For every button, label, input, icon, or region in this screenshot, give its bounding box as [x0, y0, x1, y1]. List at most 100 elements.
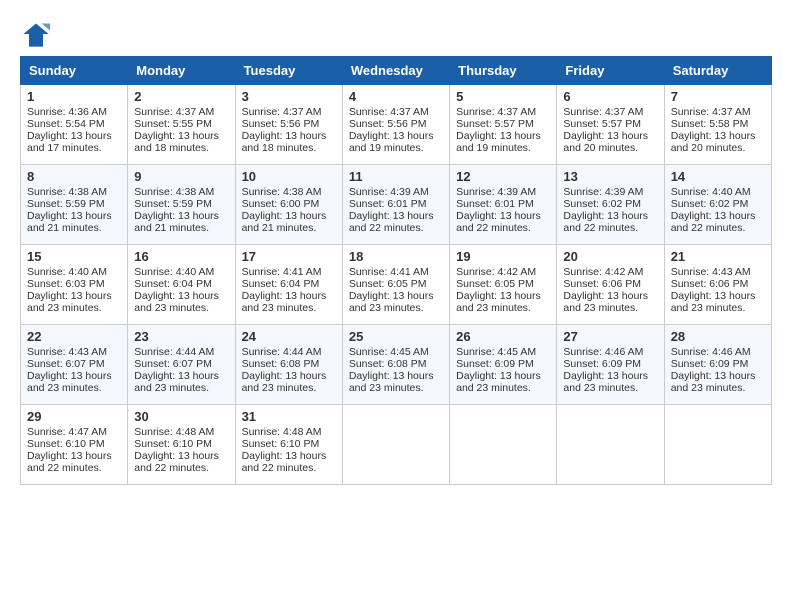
- day-info: and 20 minutes.: [671, 142, 765, 154]
- weekday-header-row: SundayMondayTuesdayWednesdayThursdayFrid…: [21, 57, 772, 85]
- day-info: Sunset: 6:03 PM: [27, 278, 121, 290]
- day-info: Sunset: 6:06 PM: [671, 278, 765, 290]
- day-info: Sunset: 6:04 PM: [242, 278, 336, 290]
- logo: [20, 20, 50, 48]
- day-number: 30: [134, 409, 228, 424]
- day-info: and 23 minutes.: [134, 302, 228, 314]
- calendar-cell: 14Sunrise: 4:40 AMSunset: 6:02 PMDayligh…: [664, 165, 771, 245]
- day-info: Sunset: 6:02 PM: [671, 198, 765, 210]
- calendar-cell: 18Sunrise: 4:41 AMSunset: 6:05 PMDayligh…: [342, 245, 449, 325]
- calendar-cell: [557, 405, 664, 485]
- day-info: Sunset: 5:55 PM: [134, 118, 228, 130]
- calendar-cell: 13Sunrise: 4:39 AMSunset: 6:02 PMDayligh…: [557, 165, 664, 245]
- day-info: Daylight: 13 hours: [349, 130, 443, 142]
- day-info: Daylight: 13 hours: [134, 370, 228, 382]
- calendar-cell: 9Sunrise: 4:38 AMSunset: 5:59 PMDaylight…: [128, 165, 235, 245]
- calendar-cell: 30Sunrise: 4:48 AMSunset: 6:10 PMDayligh…: [128, 405, 235, 485]
- day-info: Sunrise: 4:45 AM: [456, 346, 550, 358]
- day-info: Sunset: 6:09 PM: [456, 358, 550, 370]
- day-info: Sunrise: 4:38 AM: [242, 186, 336, 198]
- calendar-cell: 11Sunrise: 4:39 AMSunset: 6:01 PMDayligh…: [342, 165, 449, 245]
- day-info: Sunset: 6:06 PM: [563, 278, 657, 290]
- day-info: Sunset: 6:08 PM: [349, 358, 443, 370]
- day-info: Sunset: 5:59 PM: [134, 198, 228, 210]
- day-info: Daylight: 13 hours: [349, 210, 443, 222]
- day-info: and 23 minutes.: [27, 382, 121, 394]
- day-info: Sunset: 6:01 PM: [456, 198, 550, 210]
- day-info: Sunset: 6:10 PM: [134, 438, 228, 450]
- day-info: Sunset: 6:05 PM: [349, 278, 443, 290]
- day-info: Daylight: 13 hours: [349, 290, 443, 302]
- day-info: Daylight: 13 hours: [242, 130, 336, 142]
- calendar-week-row: 8 Sunrise: 4:38 AM Sunset: 5:59 PM Daylight…: [21, 165, 772, 245]
- day-info: Sunset: 6:04 PM: [134, 278, 228, 290]
- day-info: and 23 minutes.: [456, 382, 550, 394]
- day-info: Sunrise: 4:46 AM: [671, 346, 765, 358]
- day-info: Sunrise: 4:44 AM: [242, 346, 336, 358]
- day-info: Sunset: 5:57 PM: [563, 118, 657, 130]
- weekday-header: Sunday: [21, 57, 128, 85]
- logo-icon: [22, 20, 50, 48]
- calendar-cell: 7Sunrise: 4:37 AMSunset: 5:58 PMDaylight…: [664, 85, 771, 165]
- day-info: Sunrise: 4:43 AM: [671, 266, 765, 278]
- day-number: 25: [349, 329, 443, 344]
- day-info: Daylight: 13 hours: [27, 370, 121, 382]
- day-info: Sunset: 5:56 PM: [349, 118, 443, 130]
- day-info: and 21 minutes.: [242, 222, 336, 234]
- day-info: Daylight: 13 hours: [563, 130, 657, 142]
- day-info: Sunset: 5:57 PM: [456, 118, 550, 130]
- day-info: Daylight: 13 hours: [671, 370, 765, 382]
- day-info: Sunset: 6:09 PM: [671, 358, 765, 370]
- day-info: Sunset: 6:07 PM: [27, 358, 121, 370]
- calendar-cell: 24Sunrise: 4:44 AMSunset: 6:08 PMDayligh…: [235, 325, 342, 405]
- day-number: 26: [456, 329, 550, 344]
- day-info: Daylight: 13 hours: [349, 370, 443, 382]
- day-info: Daylight: 13 hours: [242, 290, 336, 302]
- day-info: and 23 minutes.: [563, 382, 657, 394]
- day-number: 31: [242, 409, 336, 424]
- day-info: Daylight: 13 hours: [242, 370, 336, 382]
- day-info: Sunrise: 4:37 AM: [349, 106, 443, 118]
- day-info: Sunset: 6:09 PM: [563, 358, 657, 370]
- day-number: 8: [27, 169, 121, 184]
- day-info: Sunrise: 4:44 AM: [134, 346, 228, 358]
- day-number: 14: [671, 169, 765, 184]
- weekday-header: Friday: [557, 57, 664, 85]
- calendar-cell: 31Sunrise: 4:48 AMSunset: 6:10 PMDayligh…: [235, 405, 342, 485]
- day-info: and 17 minutes.: [27, 142, 121, 154]
- day-info: Daylight: 13 hours: [671, 290, 765, 302]
- calendar-cell: 4Sunrise: 4:37 AMSunset: 5:56 PMDaylight…: [342, 85, 449, 165]
- calendar-cell: 5Sunrise: 4:37 AMSunset: 5:57 PMDaylight…: [450, 85, 557, 165]
- day-info: Sunset: 6:05 PM: [456, 278, 550, 290]
- day-number: 6: [563, 89, 657, 104]
- day-info: Daylight: 13 hours: [27, 290, 121, 302]
- day-info: Sunrise: 4:37 AM: [563, 106, 657, 118]
- calendar-cell: 22Sunrise: 4:43 AMSunset: 6:07 PMDayligh…: [21, 325, 128, 405]
- calendar-cell: 8Sunrise: 4:38 AMSunset: 5:59 PMDaylight…: [21, 165, 128, 245]
- day-info: Daylight: 13 hours: [27, 450, 121, 462]
- day-info: Daylight: 13 hours: [27, 130, 121, 142]
- calendar-cell: 15Sunrise: 4:40 AMSunset: 6:03 PMDayligh…: [21, 245, 128, 325]
- day-info: Daylight: 13 hours: [563, 290, 657, 302]
- calendar-cell: 25Sunrise: 4:45 AMSunset: 6:08 PMDayligh…: [342, 325, 449, 405]
- day-number: 5: [456, 89, 550, 104]
- calendar-cell: 16Sunrise: 4:40 AMSunset: 6:04 PMDayligh…: [128, 245, 235, 325]
- day-info: Daylight: 13 hours: [456, 290, 550, 302]
- day-info: Daylight: 13 hours: [456, 130, 550, 142]
- day-info: and 23 minutes.: [563, 302, 657, 314]
- day-info: Sunrise: 4:39 AM: [563, 186, 657, 198]
- day-info: Sunset: 6:08 PM: [242, 358, 336, 370]
- day-info: and 20 minutes.: [563, 142, 657, 154]
- calendar-cell: 2Sunrise: 4:37 AMSunset: 5:55 PMDaylight…: [128, 85, 235, 165]
- day-info: Daylight: 13 hours: [456, 210, 550, 222]
- calendar-cell: [450, 405, 557, 485]
- day-info: and 23 minutes.: [242, 382, 336, 394]
- day-info: Daylight: 13 hours: [671, 130, 765, 142]
- day-number: 17: [242, 249, 336, 264]
- day-info: and 21 minutes.: [134, 222, 228, 234]
- calendar-cell: 19Sunrise: 4:42 AMSunset: 6:05 PMDayligh…: [450, 245, 557, 325]
- weekday-header: Monday: [128, 57, 235, 85]
- day-info: Sunrise: 4:40 AM: [671, 186, 765, 198]
- day-info: Sunset: 6:07 PM: [134, 358, 228, 370]
- day-info: Sunrise: 4:38 AM: [27, 186, 121, 198]
